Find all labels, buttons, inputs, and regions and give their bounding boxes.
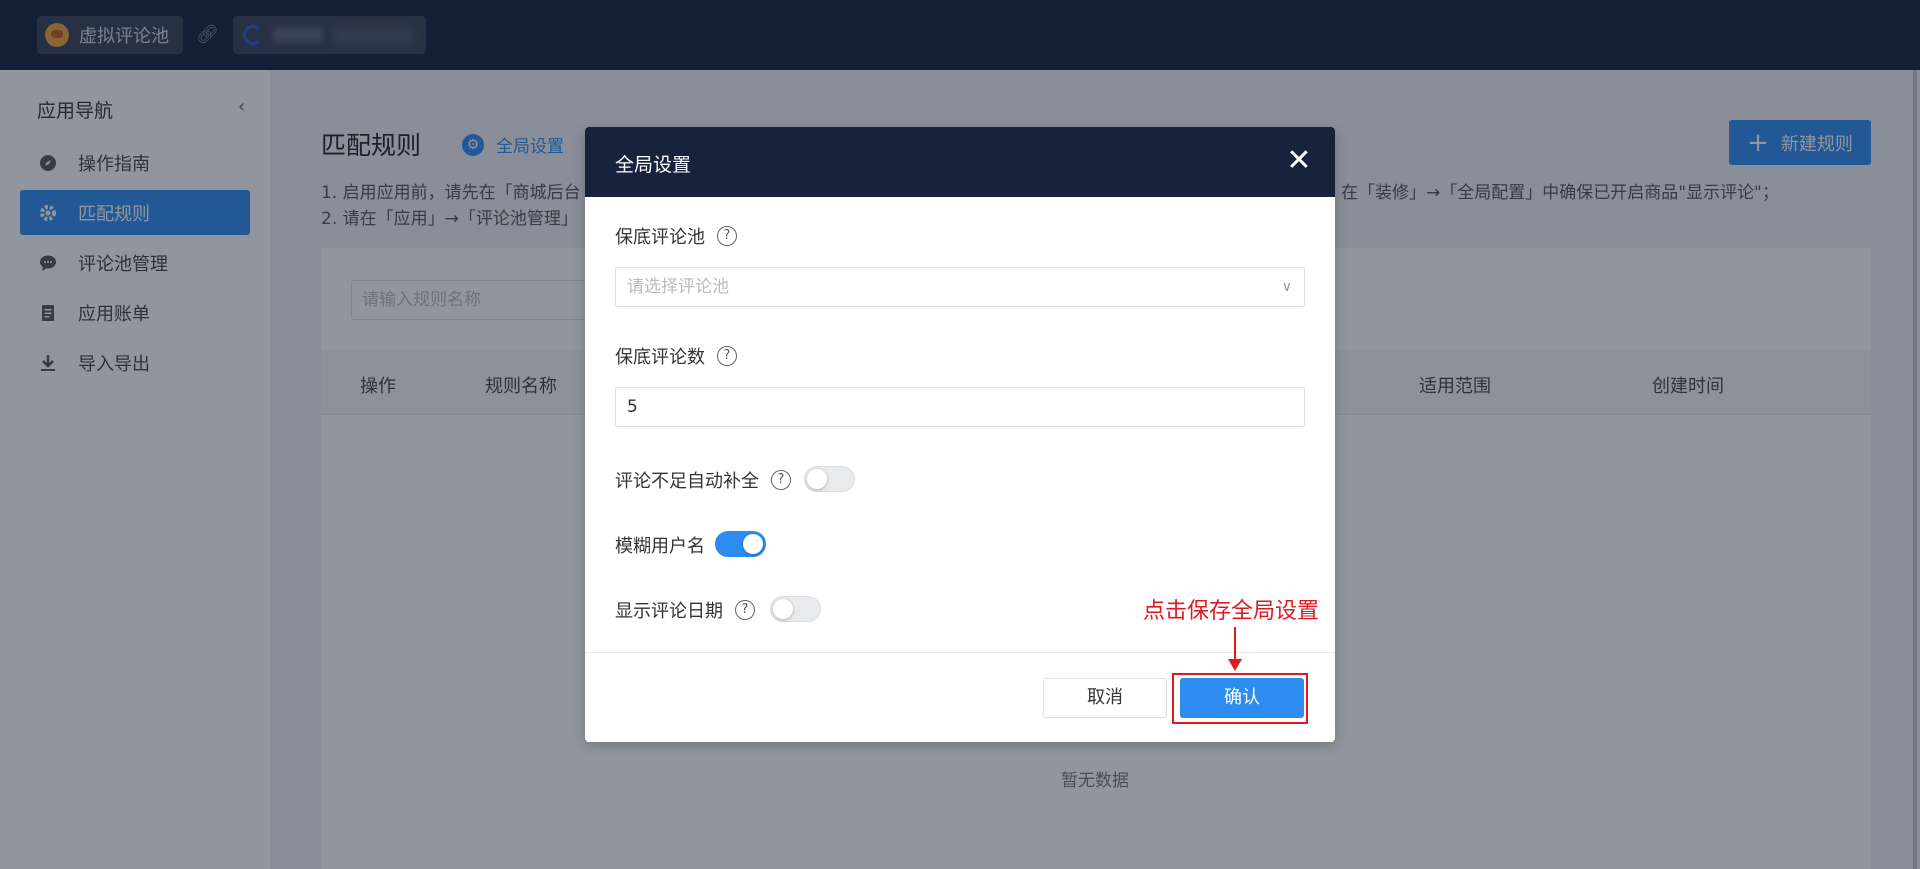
- confirm-highlight-box: [1172, 673, 1308, 724]
- help-icon[interactable]: ?: [771, 470, 791, 490]
- fallback-pool-placeholder: 请选择评论池: [627, 277, 729, 297]
- global-settings-modal: 全局设置 ✕ 保底评论池 ? 请选择评论池 ∨ 保底评论数 ? 5 评论不足自动…: [585, 127, 1335, 742]
- blur-username-toggle[interactable]: [715, 531, 766, 557]
- cancel-button[interactable]: 取消: [1043, 678, 1167, 718]
- chevron-down-icon: ∨: [1281, 279, 1292, 295]
- auto-fill-label-text: 评论不足自动补全: [615, 471, 759, 492]
- annotation-arrowhead: [1228, 659, 1242, 671]
- fallback-pool-label-text: 保底评论池: [615, 227, 705, 248]
- modal-title: 全局设置: [615, 154, 692, 176]
- toggle-knob: [743, 534, 763, 554]
- fallback-count-input[interactable]: 5: [615, 387, 1305, 427]
- help-icon[interactable]: ?: [717, 226, 737, 246]
- toggle-knob: [807, 469, 827, 489]
- help-icon[interactable]: ?: [717, 346, 737, 366]
- annotation-text: 点击保存全局设置: [1143, 599, 1320, 624]
- auto-fill-label: 评论不足自动补全 ?: [615, 467, 791, 493]
- show-date-label: 显示评论日期 ?: [615, 597, 755, 623]
- modal-header: 全局设置 ✕: [585, 127, 1335, 197]
- fallback-pool-label: 保底评论池 ?: [615, 223, 737, 249]
- close-icon[interactable]: ✕: [1281, 143, 1317, 179]
- blur-username-label: 模糊用户名: [615, 532, 705, 558]
- annotation-arrow: [1234, 627, 1236, 663]
- show-date-label-text: 显示评论日期: [615, 601, 723, 622]
- help-icon[interactable]: ?: [735, 600, 755, 620]
- blur-username-label-text: 模糊用户名: [615, 536, 705, 557]
- show-date-toggle[interactable]: [770, 596, 821, 622]
- fallback-count-label: 保底评论数 ?: [615, 343, 737, 369]
- toggle-knob: [773, 599, 793, 619]
- auto-fill-toggle[interactable]: [804, 466, 855, 492]
- fallback-pool-select[interactable]: 请选择评论池 ∨: [615, 267, 1305, 307]
- fallback-count-label-text: 保底评论数: [615, 347, 705, 368]
